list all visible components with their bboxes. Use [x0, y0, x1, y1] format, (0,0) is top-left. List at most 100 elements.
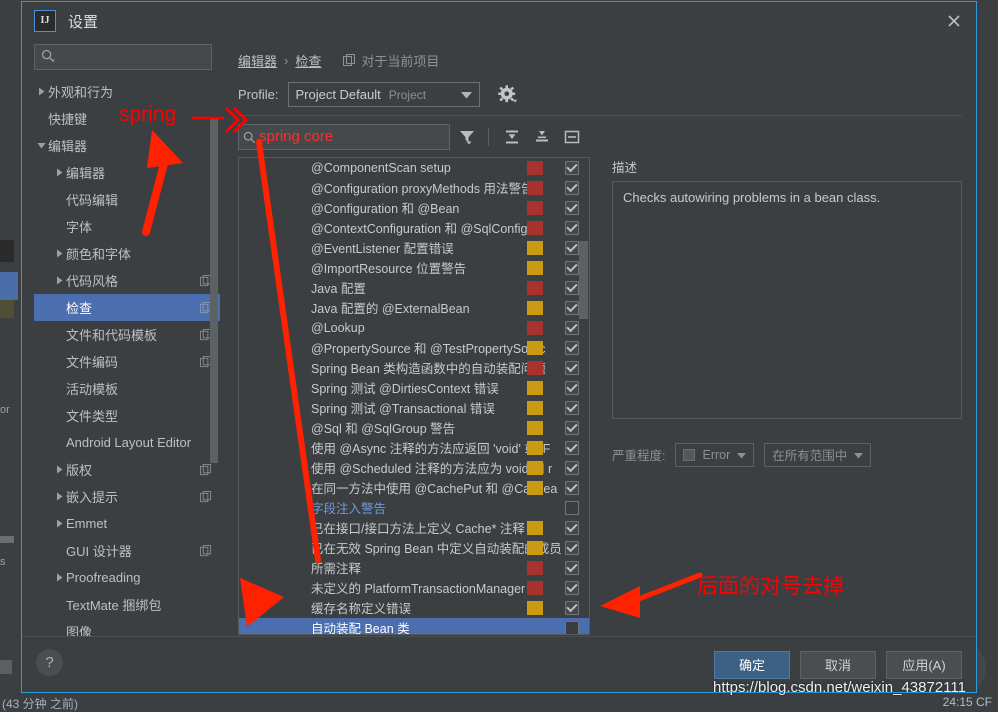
- inspection-row[interactable]: @ContextConfiguration 和 @SqlConfig 警: [239, 218, 589, 238]
- inspection-enabled-checkbox[interactable]: [565, 380, 579, 395]
- inspection-row[interactable]: Java 配置: [239, 278, 589, 298]
- inspection-list-scrollbar[interactable]: [579, 158, 588, 634]
- sidebar-item-10[interactable]: 文件编码: [34, 348, 220, 375]
- inspection-enabled-checkbox[interactable]: [565, 480, 579, 495]
- inspection-row[interactable]: Spring Bean 类构造函数中的自动装配问题: [239, 358, 589, 378]
- inspection-row[interactable]: 字段注入警告: [239, 498, 589, 518]
- gear-icon[interactable]: [496, 84, 518, 106]
- inspection-enabled-checkbox[interactable]: [565, 400, 579, 415]
- inspection-row[interactable]: Java 配置的 @ExternalBean: [239, 298, 589, 318]
- breadcrumb-current[interactable]: 检查: [295, 51, 321, 70]
- sidebar-item-14[interactable]: 版权: [34, 456, 220, 483]
- chevron-right-icon[interactable]: [52, 519, 66, 528]
- inspection-row[interactable]: @ImportResource 位置警告: [239, 258, 589, 278]
- inspection-enabled-checkbox[interactable]: [565, 280, 579, 295]
- inspection-enabled-checkbox[interactable]: [565, 180, 579, 195]
- inspection-enabled-checkbox[interactable]: [565, 360, 579, 375]
- sidebar-scrollbar[interactable]: [210, 78, 218, 636]
- inspection-enabled-checkbox[interactable]: [565, 420, 579, 435]
- inspection-row[interactable]: @ComponentScan setup: [239, 158, 589, 178]
- chevron-right-icon[interactable]: [52, 276, 66, 285]
- chevron-right-icon[interactable]: [52, 573, 66, 582]
- inspection-enabled-checkbox[interactable]: [565, 620, 579, 634]
- sidebar-item-9[interactable]: 文件和代码模板: [34, 321, 220, 348]
- sidebar-item-18[interactable]: Proofreading: [34, 564, 220, 591]
- inspection-enabled-checkbox[interactable]: [565, 520, 579, 535]
- chevron-down-icon[interactable]: [34, 141, 48, 150]
- severity-select[interactable]: Error: [675, 442, 755, 467]
- inspection-enabled-checkbox[interactable]: [565, 440, 579, 455]
- ok-button[interactable]: 确定: [714, 650, 790, 679]
- inspection-enabled-checkbox[interactable]: [565, 560, 579, 575]
- toggle-panel-icon[interactable]: [559, 124, 585, 150]
- sidebar-item-20[interactable]: 图像: [34, 618, 220, 636]
- inspection-row[interactable]: 已在无效 Spring Bean 中定义自动装配的成员: [239, 538, 589, 558]
- sidebar-item-12[interactable]: 文件类型: [34, 402, 220, 429]
- cancel-button[interactable]: 取消: [800, 650, 876, 679]
- inspection-enabled-checkbox[interactable]: [565, 200, 579, 215]
- profile-select[interactable]: Project Default Project: [288, 82, 481, 108]
- breadcrumb-parent[interactable]: 编辑器: [238, 51, 277, 70]
- inspection-enabled-checkbox[interactable]: [565, 540, 579, 555]
- sidebar-item-17[interactable]: GUI 设计器: [34, 537, 220, 564]
- inspection-row[interactable]: @Lookup: [239, 318, 589, 338]
- inspection-row[interactable]: @Sql 和 @SqlGroup 警告: [239, 418, 589, 438]
- apply-button[interactable]: 应用(A): [886, 650, 962, 679]
- inspection-row[interactable]: @PropertySource 和 @TestPropertySourc: [239, 338, 589, 358]
- sidebar-item-6[interactable]: 颜色和字体: [34, 240, 220, 267]
- chevron-right-icon[interactable]: [52, 168, 66, 177]
- inspection-row[interactable]: 自动装配 Bean 类: [239, 617, 589, 634]
- inspection-enabled-checkbox[interactable]: [565, 500, 579, 515]
- chevron-right-icon[interactable]: [52, 465, 66, 474]
- inspection-row[interactable]: 缓存名称定义错误: [239, 598, 589, 618]
- inspection-enabled-checkbox[interactable]: [565, 320, 579, 335]
- inspection-row[interactable]: 使用 @Async 注释的方法应返回 'void' 或 'F: [239, 438, 589, 458]
- sidebar-item-8[interactable]: 检查: [34, 294, 220, 321]
- inspection-enabled-checkbox[interactable]: [565, 220, 579, 235]
- inspection-row[interactable]: 使用 @Scheduled 注释的方法应为 void 和 r: [239, 458, 589, 478]
- inspection-enabled-checkbox[interactable]: [565, 300, 579, 315]
- inspection-row[interactable]: 已在接口/接口方法上定义 Cache* 注释: [239, 518, 589, 538]
- sidebar-item-11[interactable]: 活动模板: [34, 375, 220, 402]
- help-icon[interactable]: ?: [36, 649, 63, 676]
- inspection-enabled-checkbox[interactable]: [565, 340, 579, 355]
- sidebar-item-0[interactable]: 外观和行为: [34, 78, 220, 105]
- search-input[interactable]: [34, 44, 212, 70]
- inspection-enabled-checkbox[interactable]: [565, 240, 579, 255]
- inspection-enabled-checkbox[interactable]: [565, 260, 579, 275]
- settings-tree[interactable]: 外观和行为 快捷键 编辑器 编辑器 代码编辑 字体 颜色和字体 代码风格 检查 文件和代码模板 文件…: [22, 78, 220, 636]
- filter-icon[interactable]: [454, 124, 480, 150]
- sidebar-item-7[interactable]: 代码风格: [34, 267, 220, 294]
- chevron-right-icon[interactable]: [52, 492, 66, 501]
- sidebar-item-19[interactable]: TextMate 捆绑包: [34, 591, 220, 618]
- inspection-list-scrollbar-thumb[interactable]: [579, 240, 588, 319]
- sidebar-item-13[interactable]: Android Layout Editor: [34, 429, 220, 456]
- close-icon[interactable]: [940, 8, 968, 34]
- inspection-enabled-checkbox[interactable]: [565, 460, 579, 475]
- inspection-row[interactable]: 在同一方法中使用 @CachePut 和 @Cachea: [239, 478, 589, 498]
- chevron-right-icon[interactable]: [34, 87, 48, 96]
- inspection-enabled-checkbox[interactable]: [565, 580, 579, 595]
- inspection-enabled-checkbox[interactable]: [565, 160, 579, 175]
- inspection-row[interactable]: @EventListener 配置错误: [239, 238, 589, 258]
- inspection-row[interactable]: 未定义的 PlatformTransactionManager: [239, 578, 589, 598]
- severity-scope-select[interactable]: 在所有范围中: [764, 442, 872, 467]
- inspection-row[interactable]: @Configuration 和 @Bean: [239, 198, 589, 218]
- inspection-enabled-checkbox[interactable]: [565, 600, 579, 615]
- sidebar-scrollbar-thumb[interactable]: [210, 118, 218, 463]
- sidebar-item-15[interactable]: 嵌入提示: [34, 483, 220, 510]
- sidebar-item-2[interactable]: 编辑器: [34, 132, 220, 159]
- sidebar-item-3[interactable]: 编辑器: [34, 159, 220, 186]
- inspection-row[interactable]: @Configuration proxyMethods 用法警告: [239, 178, 589, 198]
- inspection-search-input[interactable]: [238, 123, 450, 150]
- sidebar-item-4[interactable]: 代码编辑: [34, 186, 220, 213]
- sidebar-item-5[interactable]: 字体: [34, 213, 220, 240]
- inspection-list[interactable]: @ComponentScan setup @Configuration proxy…: [238, 156, 590, 635]
- chevron-right-icon[interactable]: [52, 249, 66, 258]
- collapse-all-icon[interactable]: [529, 124, 555, 150]
- sidebar-item-16[interactable]: Emmet: [34, 510, 220, 537]
- expand-all-icon[interactable]: [499, 124, 525, 150]
- inspection-row[interactable]: 所需注释: [239, 558, 589, 578]
- inspection-row[interactable]: Spring 测试 @Transactional 错误: [239, 398, 589, 418]
- inspection-row[interactable]: Spring 测试 @DirtiesContext 错误: [239, 378, 589, 398]
